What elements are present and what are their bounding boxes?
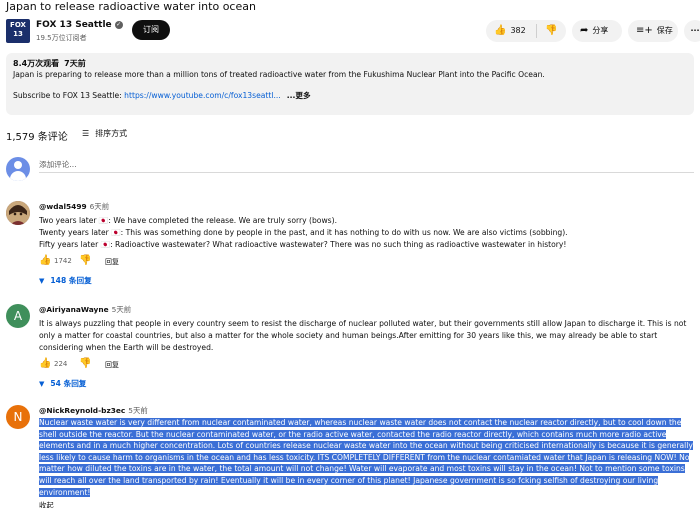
like-dislike-group: 👍 382 👎 xyxy=(486,20,566,42)
like-count: 382 xyxy=(510,26,526,35)
comment-time: 5天前 xyxy=(128,406,148,415)
comment-author[interactable]: @AiriyanaWayne 5天前 xyxy=(39,304,699,315)
upload-age: 7天前 xyxy=(64,59,86,68)
thumbs-up-icon: 👍 xyxy=(494,25,507,36)
thumbs-down-icon: 👎 xyxy=(545,25,558,36)
view-count: 8.4万次观看 xyxy=(13,59,60,68)
more-actions-button[interactable]: ··· xyxy=(684,20,700,42)
avatar-letter: N xyxy=(13,410,23,424)
comment-author[interactable]: @wdal5499 6天前 xyxy=(39,201,699,212)
description-box[interactable]: 8.4万次观看 7天前 Japan is preparing to release… xyxy=(6,53,694,115)
show-more-button[interactable]: ...更多 xyxy=(287,91,311,100)
share-label: 分享 xyxy=(592,26,609,35)
comment-time: 5天前 xyxy=(111,305,132,314)
comment-author[interactable]: @NickReynold-bz3ec 5天前 xyxy=(39,405,699,416)
reply-button[interactable]: 回复 xyxy=(105,257,119,267)
subscribe-prefix: Subscribe to FOX 13 Seattle: xyxy=(13,91,125,100)
playlist-add-icon: ≡+ xyxy=(636,25,653,36)
share-icon: ➦ xyxy=(580,25,589,36)
user-avatar[interactable] xyxy=(6,157,30,181)
comment-text: Two years later 🇯🇵: We have completed th… xyxy=(39,215,699,251)
comment-line: Two years later 🇯🇵: We have completed th… xyxy=(39,216,337,225)
collapse-button[interactable]: 收起 xyxy=(39,500,699,508)
add-comment-input[interactable]: 添加评论... xyxy=(39,159,694,173)
sort-button[interactable]: ☰ 排序方式 xyxy=(82,128,127,139)
dislike-button[interactable]: 👎 xyxy=(537,20,566,42)
comment-text: Nuclear waste water is very different fr… xyxy=(39,417,699,498)
sort-icon: ☰ xyxy=(82,129,90,138)
comment-like-count: 1742 xyxy=(54,257,72,265)
sort-label: 排序方式 xyxy=(95,129,128,138)
comments-count: 1,579 条评论 xyxy=(6,132,68,143)
save-label: 保存 xyxy=(656,26,673,35)
subscriber-count: 19.5万位订阅者 xyxy=(36,34,87,42)
subscribe-link[interactable]: https://www.youtube.com/c/fox13seattl... xyxy=(124,91,281,100)
view-replies-button[interactable]: ▼ 54 条回复 xyxy=(39,378,699,390)
chevron-down-icon: ▼ xyxy=(39,380,45,388)
replies-count: 54 条回复 xyxy=(50,379,87,388)
verified-icon: ✓ xyxy=(114,21,123,29)
like-button[interactable]: 👍 382 xyxy=(486,20,536,42)
share-button[interactable]: ➦ 分享 xyxy=(572,20,622,42)
subscribe-button[interactable]: 订阅 xyxy=(132,20,170,40)
view-replies-button[interactable]: ▼ 148 条回复 xyxy=(39,275,699,287)
avatar-letter: A xyxy=(13,309,23,323)
description-subscribe-line: Subscribe to FOX 13 Seattle: https://www… xyxy=(13,90,687,101)
commenter-avatar[interactable]: N xyxy=(6,405,30,429)
video-title: Japan to release radioactive water into … xyxy=(6,0,256,13)
commenter-avatar[interactable]: A xyxy=(6,304,30,328)
commenter-avatar[interactable] xyxy=(6,201,30,225)
channel-row: FOX 13 FOX 13 Seattle ✓ 19.5万位订阅者 订阅 👍 382… xyxy=(6,18,700,48)
comment-text: It is always puzzling that people in eve… xyxy=(39,319,687,352)
description-meta: 8.4万次观看 7天前 xyxy=(13,58,687,69)
comment-actions: 👍 1742 👎 回复 xyxy=(39,255,699,269)
save-button[interactable]: ≡+ 保存 xyxy=(628,20,678,42)
comment-time: 6天前 xyxy=(89,202,110,211)
comment-actions: 👍 224 👎 回复 xyxy=(39,358,699,372)
description-text: Japan is preparing to release more than … xyxy=(13,70,545,79)
comment-like-count: 224 xyxy=(54,360,68,368)
thumbs-up-icon[interactable]: 👍 xyxy=(39,358,51,369)
reply-button[interactable]: 回复 xyxy=(105,360,119,370)
replies-count: 148 条回复 xyxy=(50,276,92,285)
thumbs-up-icon[interactable]: 👍 xyxy=(39,255,51,266)
channel-logo[interactable]: FOX 13 xyxy=(6,19,30,43)
chevron-down-icon: ▼ xyxy=(39,277,45,285)
selected-text: Nuclear waste water is very different fr… xyxy=(39,418,693,497)
channel-name[interactable]: FOX 13 Seattle ✓ xyxy=(36,20,123,30)
comment-line: Fifty years later 🇯🇵: Radioactive wastew… xyxy=(39,240,567,249)
thumbs-down-icon[interactable]: 👎 xyxy=(79,255,91,266)
comment-line: Twenty years later 🇯🇵: This was somethin… xyxy=(39,228,568,237)
channel-name-text[interactable]: FOX 13 Seattle xyxy=(36,20,112,30)
thumbs-down-icon[interactable]: 👎 xyxy=(79,358,91,369)
